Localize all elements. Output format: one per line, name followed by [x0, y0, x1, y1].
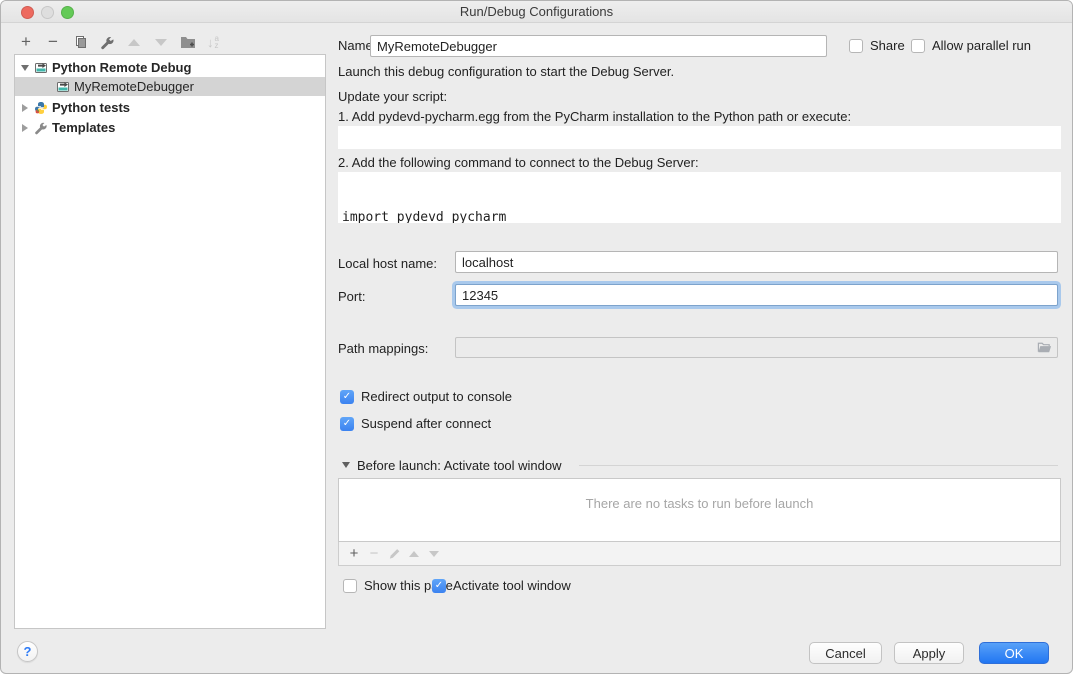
no-tasks-message: There are no tasks to run before launch: [339, 496, 1060, 511]
minimize-window-icon: [41, 6, 54, 19]
help-button[interactable]: ?: [17, 641, 38, 662]
cancel-button[interactable]: Cancel: [809, 642, 882, 664]
tree-item-label: Python Remote Debug: [52, 60, 191, 75]
before-launch-collapse-icon[interactable]: [342, 462, 350, 468]
sort-configurations-icon: ↓ az: [207, 35, 219, 50]
tree-item-label: Python tests: [52, 100, 130, 115]
local-host-name-label: Local host name:: [338, 256, 437, 271]
activate-tool-window-checkbox[interactable]: ✓: [432, 579, 446, 593]
before-launch-header: Before launch: Activate tool window: [357, 458, 562, 473]
wrench-icon: [34, 121, 48, 135]
tree-item-myremotedebugger[interactable]: MyRemoteDebugger: [15, 77, 325, 96]
zoom-window-icon[interactable]: [61, 6, 74, 19]
step1-text: 1. Add pydevd-pycharm.egg from the PyCha…: [338, 109, 851, 124]
name-input[interactable]: [370, 35, 827, 57]
redirect-output-checkbox[interactable]: ✓: [340, 390, 354, 404]
remote-debug-icon: [34, 61, 48, 75]
path-mappings-field[interactable]: [455, 337, 1058, 358]
run-debug-configurations-dialog: Run/Debug Configurations + − ↓ az Python…: [0, 0, 1073, 674]
allow-parallel-checkbox-row: Allow parallel run: [911, 38, 1031, 53]
suspend-after-connect-checkbox[interactable]: ✓: [340, 417, 354, 431]
edit-defaults-icon[interactable]: [99, 32, 115, 52]
share-checkbox[interactable]: [849, 39, 863, 53]
apply-button[interactable]: Apply: [894, 642, 964, 664]
remote-debug-icon: [56, 80, 70, 94]
move-task-up-icon: [407, 546, 421, 562]
suspend-after-connect-label: Suspend after connect: [361, 416, 491, 431]
before-launch-tasks-panel: There are no tasks to run before launch: [338, 478, 1061, 542]
remove-task-icon: −: [367, 546, 381, 562]
allow-parallel-run-label: Allow parallel run: [932, 38, 1031, 53]
tree-item-python-tests[interactable]: Python tests: [15, 98, 325, 117]
tasks-toolbar: + −: [338, 542, 1061, 566]
move-task-down-icon: [427, 546, 441, 562]
redirect-output-label: Redirect output to console: [361, 389, 512, 404]
path-mappings-label: Path mappings:: [338, 341, 428, 356]
suspend-after-connect-row: ✓ Suspend after connect: [340, 416, 491, 431]
move-down-icon: [153, 32, 169, 52]
window-title: Run/Debug Configurations: [1, 1, 1072, 23]
local-host-name-input[interactable]: [455, 251, 1058, 273]
tree-item-templates[interactable]: Templates: [15, 118, 325, 137]
add-configuration-icon[interactable]: +: [18, 32, 34, 52]
activate-tool-window-row: ✓ Activate tool window: [432, 578, 571, 593]
expand-icon[interactable]: [20, 104, 30, 112]
show-this-page-checkbox[interactable]: [343, 579, 357, 593]
before-launch-separator: [579, 465, 1058, 466]
configurations-tree: Python Remote Debug MyRemoteDebugger Pyt…: [14, 54, 326, 629]
share-checkbox-row: Share: [849, 38, 905, 53]
edit-task-icon: [387, 546, 401, 562]
collapse-icon[interactable]: [20, 65, 30, 71]
tree-item-label: MyRemoteDebugger: [74, 79, 194, 94]
intro-text: Launch this debug configuration to start…: [338, 64, 674, 79]
tree-item-label: Templates: [52, 120, 115, 135]
redirect-output-row: ✓ Redirect output to console: [340, 389, 512, 404]
ok-button[interactable]: OK: [979, 642, 1049, 664]
tree-item-python-remote-debug[interactable]: Python Remote Debug: [15, 58, 325, 77]
close-window-icon[interactable]: [21, 6, 34, 19]
expand-icon[interactable]: [20, 124, 30, 132]
pip-install-code: pip install pydevd-pycharm~=191.6605.12: [338, 126, 1061, 149]
activate-tool-window-label: Activate tool window: [453, 578, 571, 593]
browse-folder-icon[interactable]: [1036, 340, 1053, 355]
copy-configuration-icon[interactable]: [72, 32, 88, 52]
port-input[interactable]: [455, 284, 1058, 306]
remove-configuration-icon[interactable]: −: [45, 32, 61, 52]
update-script-text: Update your script:: [338, 89, 447, 104]
settrace-code: import pydevd_pycharm pydevd_pycharm.set…: [338, 172, 1061, 223]
add-task-icon[interactable]: +: [347, 546, 361, 562]
python-tests-icon: [34, 101, 48, 115]
share-label: Share: [870, 38, 905, 53]
move-up-icon: [126, 32, 142, 52]
title-bar: Run/Debug Configurations: [1, 1, 1072, 23]
allow-parallel-run-checkbox[interactable]: [911, 39, 925, 53]
new-folder-icon[interactable]: [180, 32, 196, 52]
step2-text: 2. Add the following command to connect …: [338, 155, 699, 170]
configurations-toolbar: + − ↓ az: [18, 32, 219, 52]
port-label: Port:: [338, 289, 365, 304]
